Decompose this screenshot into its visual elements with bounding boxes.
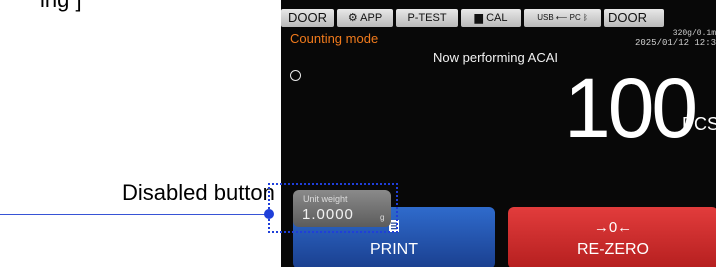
usb-label: USB	[537, 13, 554, 22]
rezero-icon: →0←	[593, 219, 633, 236]
callout-connector-dot	[264, 209, 274, 219]
door-right-label: DOOR	[608, 10, 647, 25]
ptest-button[interactable]: P-TEST	[396, 9, 458, 27]
ptest-label: P-TEST	[407, 12, 447, 24]
datetime-readout: 2025/01/12 12:3	[634, 38, 716, 48]
top-caption: ing ]	[40, 0, 82, 13]
app-label: APP	[360, 12, 383, 24]
rezero-label: RE-ZERO	[577, 241, 649, 258]
callout-highlight-box	[268, 183, 398, 233]
status-bar: DOOR ⚙ APP P-TEST ▆ CAL USB ⟵ PC ᛒ DOOR	[281, 9, 716, 27]
weight-icon: ▆	[474, 12, 483, 24]
status-message: Now performing ACAI	[433, 50, 558, 65]
door-right-button[interactable]: DOOR	[604, 9, 664, 27]
door-left-button[interactable]: DOOR	[281, 9, 334, 27]
callout-connector-line	[0, 214, 271, 215]
app-button[interactable]: ⚙ APP	[337, 9, 393, 27]
count-value: 100	[564, 61, 698, 155]
callout-label: Disabled button	[122, 180, 275, 205]
app-icon: ⚙	[347, 12, 358, 24]
cal-label: CAL	[486, 12, 508, 24]
pc-connection-icon: ⟵	[555, 13, 568, 22]
door-left-label: DOOR	[288, 10, 327, 25]
pc-label: PC	[569, 13, 581, 22]
print-label: PRINT	[370, 241, 418, 258]
count-unit: PCS	[682, 114, 716, 134]
connection-status: USB ⟵ PC ᛒ	[524, 9, 601, 27]
stable-indicator-icon	[290, 70, 301, 81]
mode-label: Counting mode	[290, 31, 379, 46]
capacity-readout: 320g/0.1m	[672, 29, 716, 38]
bluetooth-icon: ᛒ	[582, 13, 588, 22]
rezero-button[interactable]: →0← RE-ZERO	[508, 207, 716, 267]
cal-button[interactable]: ▆ CAL	[461, 9, 521, 27]
